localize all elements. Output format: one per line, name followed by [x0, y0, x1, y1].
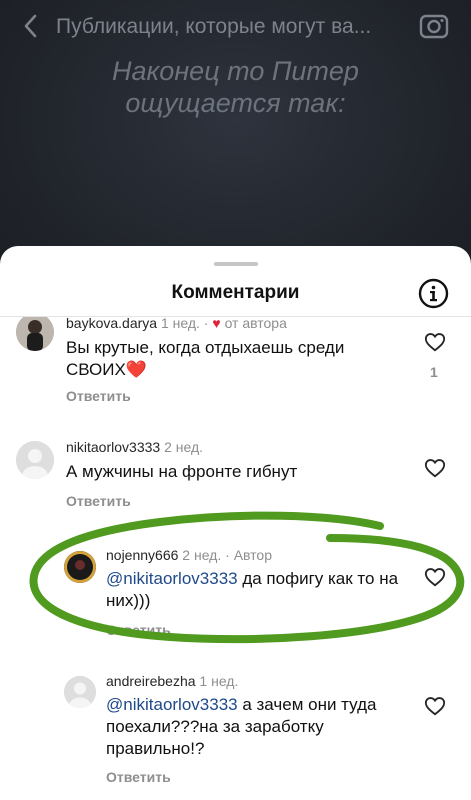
comments-list: baykova.darya 1 нед. · ♥ от автора Вы кр…	[0, 317, 471, 800]
author-liked-heart-icon: ♥	[212, 317, 221, 331]
video-caption-line-1: Наконец то Питер	[112, 56, 359, 86]
sheet-grabber[interactable]	[214, 262, 258, 266]
mention-link[interactable]: @nikitaorlov3333	[106, 569, 238, 588]
comment-username[interactable]: baykova.darya	[66, 317, 157, 331]
comment-time: 2 нед.	[182, 547, 222, 563]
avatar[interactable]	[16, 441, 54, 479]
info-icon[interactable]	[418, 278, 449, 309]
like-count: 1	[430, 364, 438, 380]
reply-button[interactable]: Ответить	[106, 622, 171, 638]
author-tag: Автор	[233, 547, 272, 563]
mention-link[interactable]: @nikitaorlov3333	[106, 695, 238, 714]
heart-emoji: ❤️	[125, 360, 148, 379]
like-heart-icon[interactable]	[424, 331, 446, 353]
comment-meta: nojenny666 2 нед. · Автор	[106, 547, 272, 563]
back-chevron-icon[interactable]	[16, 12, 44, 40]
comment-username[interactable]: nikitaorlov3333	[66, 439, 160, 455]
top-bar: Публикации, которые могут ва...	[0, 0, 471, 56]
avatar[interactable]	[16, 317, 54, 351]
comment-text: А мужчины на фронте гибнут	[66, 462, 298, 481]
avatar[interactable]	[64, 676, 96, 708]
sheet-title: Комментарии	[171, 282, 300, 303]
like-heart-icon[interactable]	[424, 457, 446, 479]
reply-button[interactable]: Ответить	[106, 769, 171, 785]
like-heart-icon[interactable]	[424, 566, 446, 588]
comment-username[interactable]: nojenny666	[106, 547, 178, 563]
comment-time: 1 нед.	[160, 317, 200, 331]
comment-body: Вы крутые, когда отдыхаешь среди СВОИХ	[66, 338, 345, 379]
comment-meta: andreirebezha 1 нед.	[106, 673, 238, 689]
comment-time: 1 нед.	[199, 673, 239, 689]
avatar[interactable]	[64, 551, 96, 583]
author-liked-label: от автора	[224, 317, 287, 331]
video-caption-line-2: ощущается так:	[125, 88, 346, 118]
comment-text: @nikitaorlov3333 да пофигу как то на них…	[106, 568, 406, 612]
like-heart-icon[interactable]	[424, 695, 446, 717]
comment-meta: nikitaorlov3333 2 нед.	[66, 439, 203, 455]
camera-icon[interactable]	[418, 10, 450, 42]
video-caption: Наконец то Питер ощущается так:	[0, 55, 471, 119]
comments-sheet: Комментарии baykova.darya 1 нед. · ♥ от …	[0, 246, 471, 800]
page-title: Публикации, которые могут ва...	[56, 15, 372, 38]
comment-time: 2 нед.	[164, 439, 204, 455]
comment-text: @nikitaorlov3333 а зачем они туда поехал…	[106, 694, 406, 760]
reply-button[interactable]: Ответить	[66, 493, 131, 509]
comment-username[interactable]: andreirebezha	[106, 673, 196, 689]
reply-button[interactable]: Ответить	[66, 388, 131, 404]
comment-meta: baykova.darya 1 нед. · ♥ от автора	[66, 317, 287, 331]
comment-text: Вы крутые, когда отдыхаешь среди СВОИХ❤️	[66, 337, 386, 381]
